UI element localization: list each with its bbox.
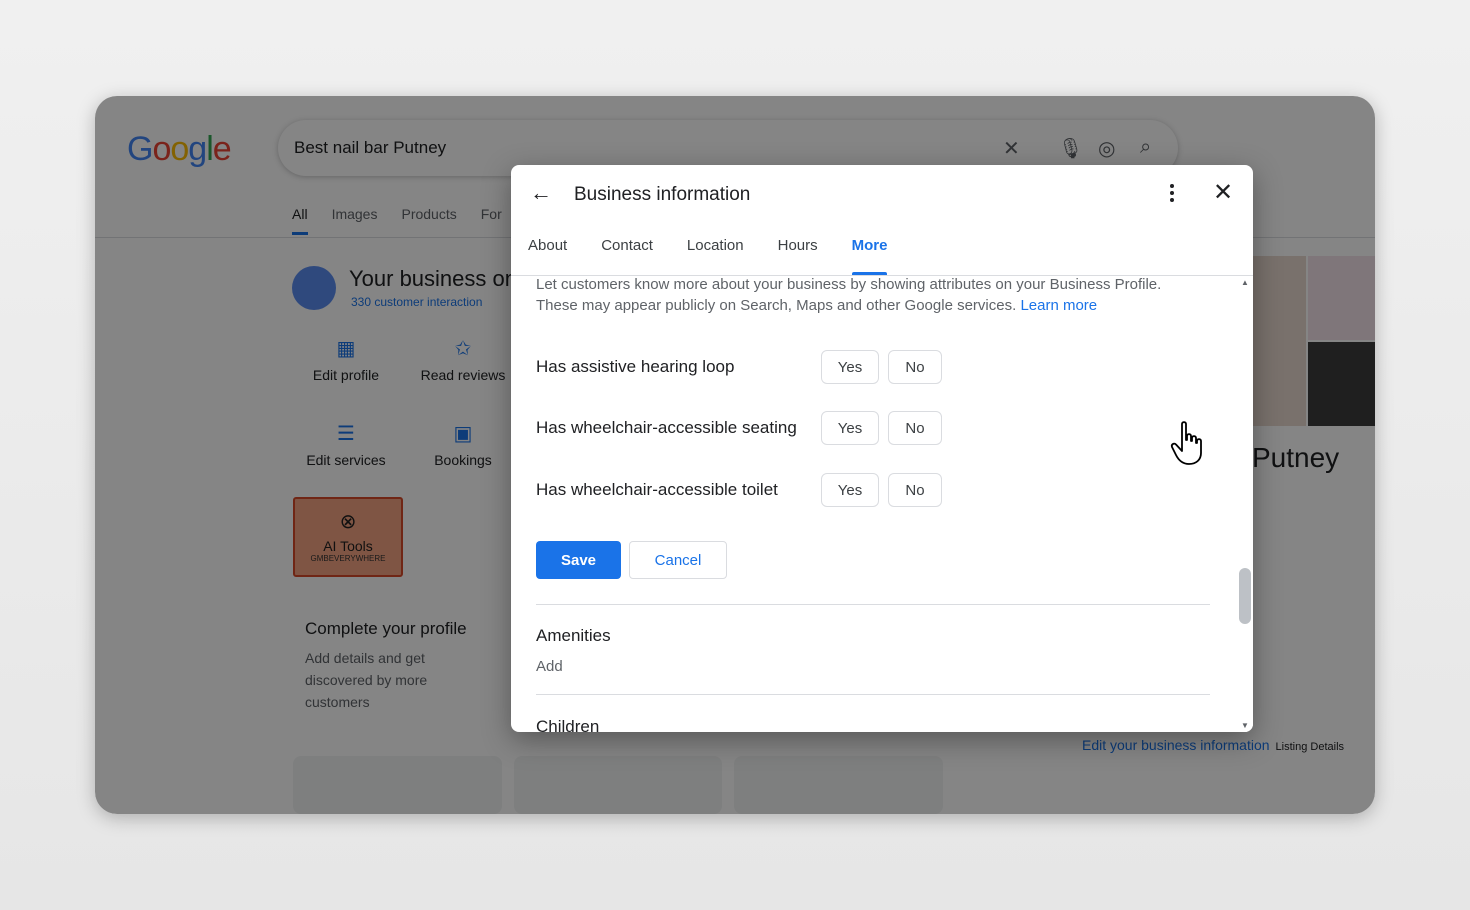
cancel-button[interactable]: Cancel xyxy=(629,541,727,579)
no-button[interactable]: No xyxy=(888,473,942,507)
yes-button[interactable]: Yes xyxy=(821,411,879,445)
children-title: Children xyxy=(536,717,600,732)
attribute-label: Has wheelchair-accessible toilet xyxy=(536,480,778,499)
dialog-header: ← Business information ✕ xyxy=(511,165,1253,225)
back-arrow-icon[interactable]: ← xyxy=(529,181,553,205)
yes-button[interactable]: Yes xyxy=(821,350,879,384)
attribute-row: Has wheelchair-accessible toilet Yes No xyxy=(536,473,956,507)
close-icon[interactable]: ✕ xyxy=(1211,181,1235,205)
dialog-content: Let customers know more about your busin… xyxy=(511,276,1237,732)
scrollbar-thumb[interactable] xyxy=(1239,568,1251,624)
dialog-title: Business information xyxy=(574,184,751,205)
yes-button[interactable]: Yes xyxy=(821,473,879,507)
save-button[interactable]: Save xyxy=(536,541,621,579)
tab-hours[interactable]: Hours xyxy=(778,237,818,275)
attribute-label: Has wheelchair-accessible seating xyxy=(536,418,797,437)
section-divider xyxy=(536,604,1210,605)
scroll-up-arrow-icon[interactable]: ▲ xyxy=(1241,278,1249,287)
section-divider xyxy=(536,694,1210,695)
scroll-down-arrow-icon[interactable]: ▼ xyxy=(1241,721,1249,730)
attribute-row: Has assistive hearing loop Yes No xyxy=(536,350,956,384)
attribute-label: Has assistive hearing loop xyxy=(536,357,735,376)
tab-about[interactable]: About xyxy=(528,237,567,275)
attributes-intro: Let customers know more about your busin… xyxy=(536,276,1196,316)
amenities-title: Amenities xyxy=(536,626,611,645)
scrollbar[interactable]: ▲ ▼ xyxy=(1237,276,1253,732)
tab-location[interactable]: Location xyxy=(687,237,744,275)
more-options-icon[interactable] xyxy=(1163,181,1181,207)
hand-cursor-icon xyxy=(1170,421,1202,465)
attribute-row: Has wheelchair-accessible seating Yes No xyxy=(536,411,956,445)
amenities-add-link[interactable]: Add xyxy=(536,658,563,675)
tab-more[interactable]: More xyxy=(851,237,887,275)
no-button[interactable]: No xyxy=(888,411,942,445)
learn-more-link[interactable]: Learn more xyxy=(1020,297,1097,314)
business-information-dialog: ← Business information ✕ About Contact L… xyxy=(511,165,1253,732)
dialog-tabs: About Contact Location Hours More xyxy=(528,237,921,275)
tab-contact[interactable]: Contact xyxy=(601,237,653,275)
no-button[interactable]: No xyxy=(888,350,942,384)
